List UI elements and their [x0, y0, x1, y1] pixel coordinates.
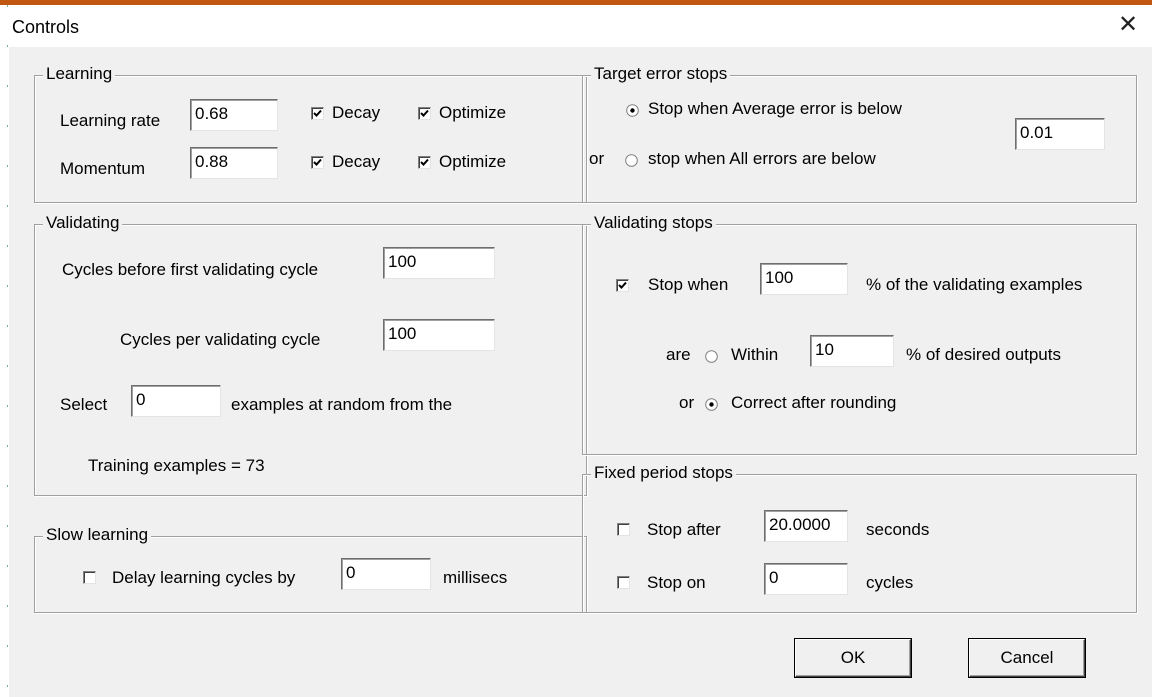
within-radio[interactable]: [705, 348, 718, 363]
are-label: are: [666, 345, 691, 364]
stop-when-label: Stop when: [648, 275, 729, 294]
left-rail: [7, 5, 8, 697]
within-label: Within: [731, 345, 779, 364]
learning-rate-decay-label: Decay: [332, 103, 381, 122]
target-error-input[interactable]: 0.01: [1015, 118, 1105, 150]
stop-on-checkbox[interactable]: [617, 576, 630, 589]
title-bar: Controls ✕: [9, 5, 1152, 47]
delay-input[interactable]: 0: [341, 558, 431, 590]
target-error-legend: Target error stops: [591, 64, 731, 84]
target-error-group: Target error stops Stop when Average err…: [582, 64, 1137, 203]
target-or-label: or: [589, 149, 605, 168]
ok-button[interactable]: OK: [795, 639, 911, 677]
dialog-title: Controls: [12, 17, 80, 37]
cycles-per-label: Cycles per validating cycle: [120, 330, 321, 349]
validating-or-label: or: [679, 393, 695, 412]
delay-label: Delay learning cycles by: [112, 568, 296, 587]
learning-rate-optimize-checkbox[interactable]: [418, 107, 431, 120]
stop-after-unit: seconds: [866, 520, 930, 539]
select-label: Select: [60, 395, 108, 414]
stop-on-input[interactable]: 0: [764, 563, 848, 595]
stop-on-label: Stop on: [647, 573, 706, 592]
learning-rate-label: Learning rate: [60, 111, 161, 130]
fixed-period-legend: Fixed period stops: [591, 463, 736, 483]
select-input[interactable]: 0: [131, 385, 221, 417]
validating-legend: Validating: [43, 213, 123, 233]
stop-when-checkbox[interactable]: [616, 279, 629, 292]
learning-group: Learning Learning rate 0.68 Decay Optimi…: [34, 64, 587, 203]
within-input[interactable]: 10: [810, 335, 894, 367]
stop-when-input[interactable]: 100: [760, 263, 848, 295]
training-examples: Training examples = 73: [88, 456, 265, 475]
stop-when-suffix: % of the validating examples: [866, 275, 1083, 294]
validating-group: Validating Cycles before first validatin…: [34, 213, 587, 496]
stop-after-checkbox[interactable]: [617, 523, 630, 536]
validating-stops-legend: Validating stops: [591, 213, 716, 233]
momentum-label: Momentum: [60, 159, 146, 178]
momentum-optimize-label: Optimize: [439, 152, 507, 171]
learning-rate-input[interactable]: 0.68: [190, 99, 278, 131]
cancel-button[interactable]: Cancel: [969, 639, 1085, 677]
all-errors-radio[interactable]: [625, 152, 638, 167]
cycles-per-input[interactable]: 100: [383, 319, 495, 351]
close-icon[interactable]: ✕: [1114, 11, 1142, 39]
correct-rounding-label: Correct after rounding: [731, 393, 897, 412]
momentum-input[interactable]: 0.88: [190, 147, 278, 179]
stop-after-input[interactable]: 20.0000: [764, 510, 848, 542]
average-error-radio[interactable]: [626, 102, 639, 117]
momentum-decay-label: Decay: [332, 152, 381, 171]
delay-unit: millisecs: [443, 568, 508, 587]
slow-learning-group: Slow learning Delay learning cycles by 0…: [34, 525, 587, 613]
average-error-label: Stop when Average error is below: [648, 99, 902, 118]
learning-rate-decay-checkbox[interactable]: [311, 107, 324, 120]
learning-rate-optimize-label: Optimize: [439, 103, 507, 122]
validating-stops-group: Validating stops Stop when 100 % of the …: [582, 213, 1137, 455]
correct-rounding-radio[interactable]: [705, 396, 718, 411]
cycles-before-label: Cycles before first validating cycle: [62, 260, 319, 279]
momentum-optimize-checkbox[interactable]: [418, 156, 431, 169]
controls-dialog: Controls ✕ Learning Learning rate 0.68 D…: [9, 5, 1152, 697]
select-suffix: examples at random from the: [231, 395, 453, 414]
stop-on-unit: cycles: [866, 573, 914, 592]
momentum-decay-checkbox[interactable]: [311, 156, 324, 169]
within-suffix: % of desired outputs: [906, 345, 1061, 364]
learning-legend: Learning: [43, 64, 116, 84]
cycles-before-input[interactable]: 100: [383, 247, 495, 279]
left-edge: [0, 5, 9, 697]
all-errors-label: stop when All errors are below: [648, 149, 876, 168]
delay-checkbox[interactable]: [83, 571, 96, 584]
stop-after-label: Stop after: [647, 520, 721, 539]
fixed-period-group: Fixed period stops Stop after 20.0000 se…: [582, 463, 1137, 613]
slow-learning-legend: Slow learning: [43, 525, 152, 545]
